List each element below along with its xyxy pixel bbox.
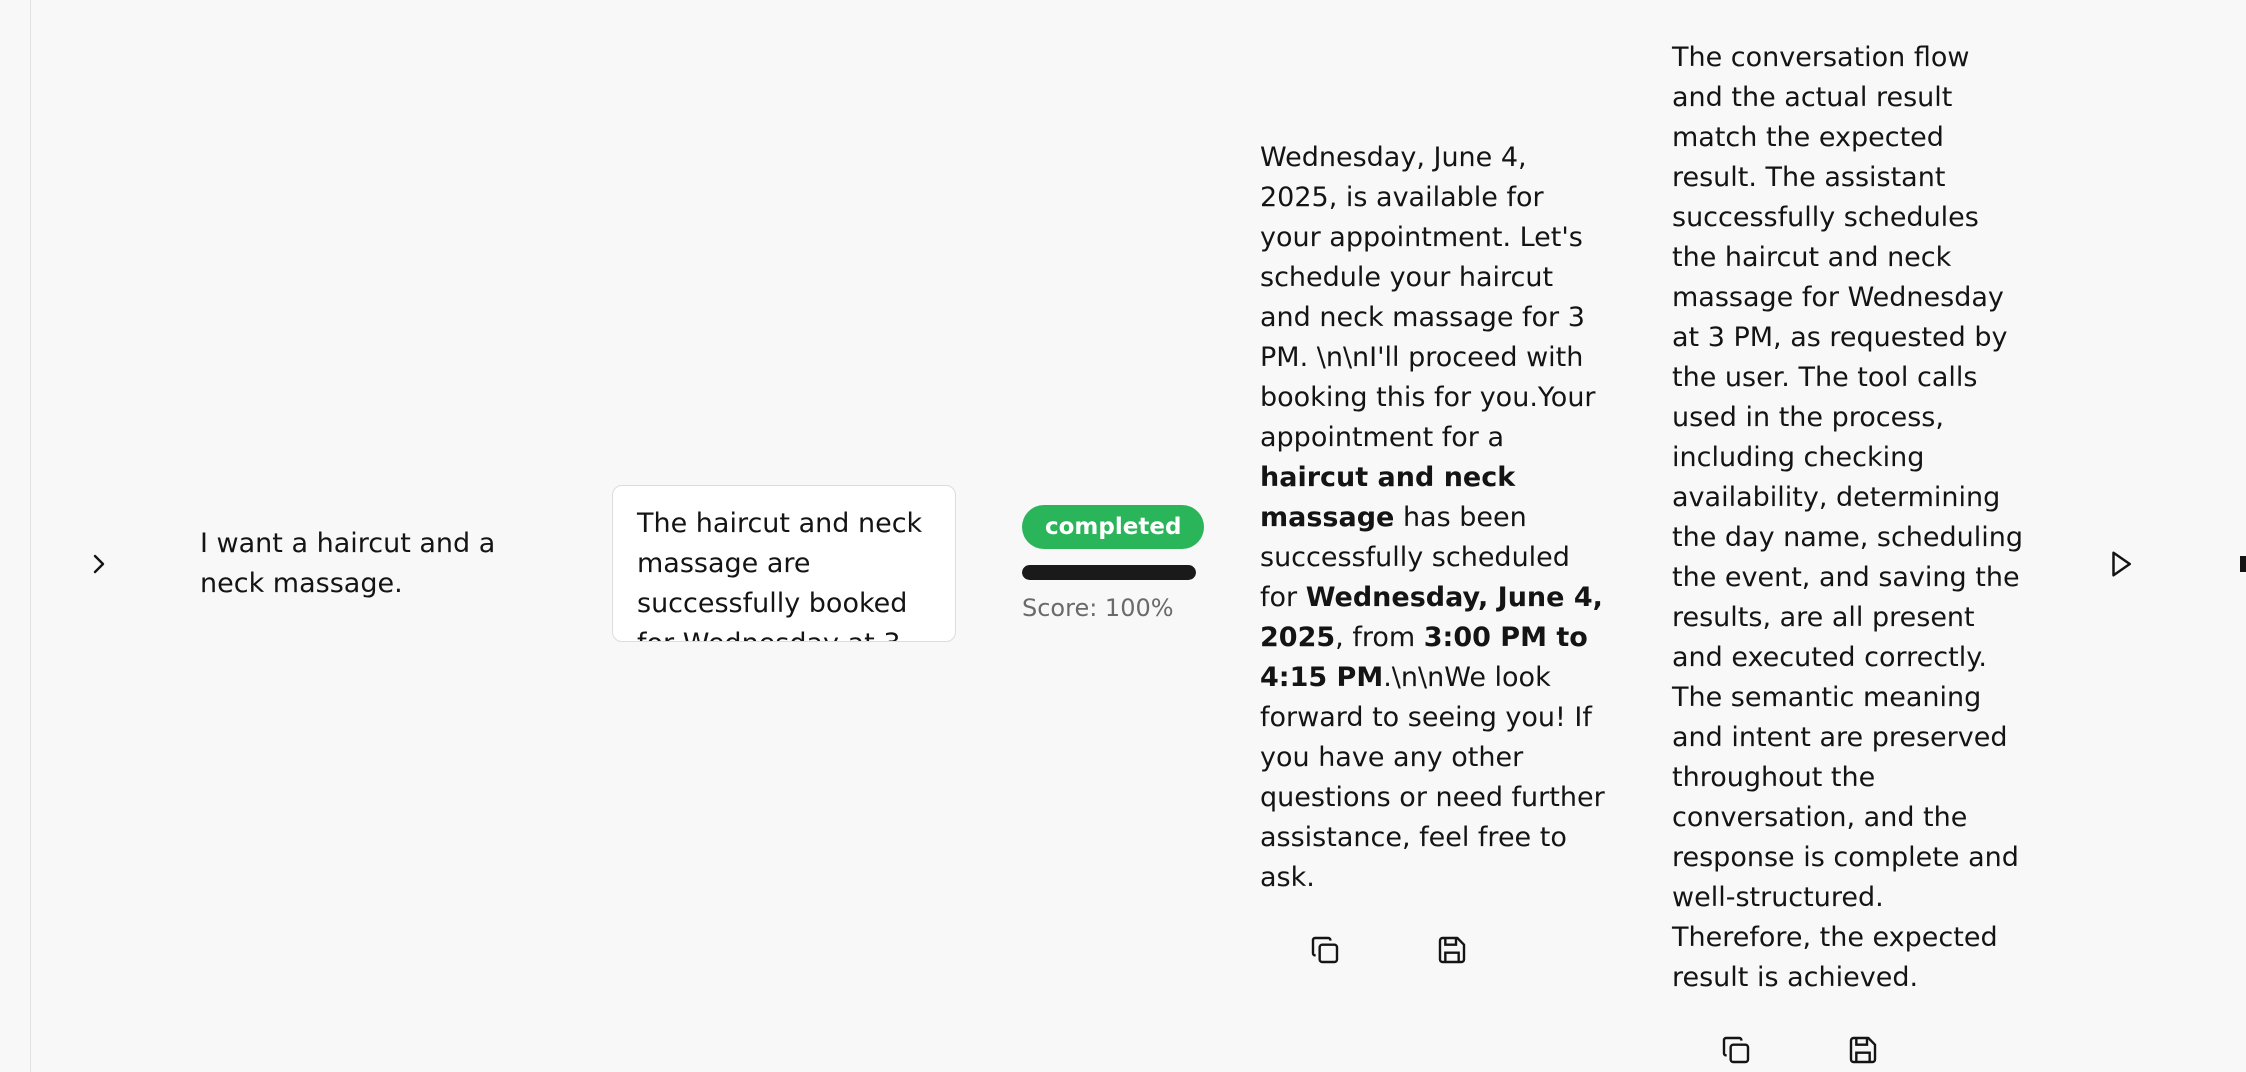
save-icon (1849, 1036, 1877, 1064)
test-case-row: I want a haircut and a neck massage. The… (0, 0, 2246, 1072)
user-input-text: I want a haircut and a neck massage. (200, 528, 496, 599)
copy-evaluation-button[interactable] (1719, 1033, 1753, 1067)
actual-result-segment: , from (1335, 622, 1424, 653)
save-evaluation-button[interactable] (1846, 1033, 1880, 1067)
play-icon (2112, 551, 2131, 577)
copy-icon (1311, 936, 1339, 964)
status-cell: completed Score: 100% (1022, 505, 1205, 622)
run-test-button[interactable] (2104, 544, 2138, 584)
score-progress-fill (1022, 565, 1196, 580)
actual-result-segment: .\n\nWe look forward to seeing you! If y… (1260, 662, 1605, 893)
evaluation-text: The conversation flow and the actual res… (1672, 42, 2024, 993)
actual-result-text: Wednesday, June 4, 2025, is available fo… (1260, 138, 1612, 898)
copy-icon (1722, 1036, 1750, 1064)
chevron-right-icon (93, 554, 105, 574)
clipped-action-icon[interactable] (2240, 556, 2246, 572)
expand-row-button[interactable] (86, 544, 112, 584)
score-text: Score: 100% (1022, 594, 1174, 622)
copy-actual-result-button[interactable] (1308, 933, 1342, 967)
actual-result-segment: Wednesday, June 4, 2025, is available fo… (1260, 142, 1596, 453)
save-actual-result-button[interactable] (1435, 933, 1469, 967)
expected-result-text: The haircut and neck massage are success… (637, 508, 923, 641)
expected-result-box[interactable]: The haircut and neck massage are success… (612, 485, 956, 642)
score-progress-bar (1022, 565, 1196, 580)
save-icon (1438, 936, 1466, 964)
status-badge: completed (1022, 505, 1205, 549)
